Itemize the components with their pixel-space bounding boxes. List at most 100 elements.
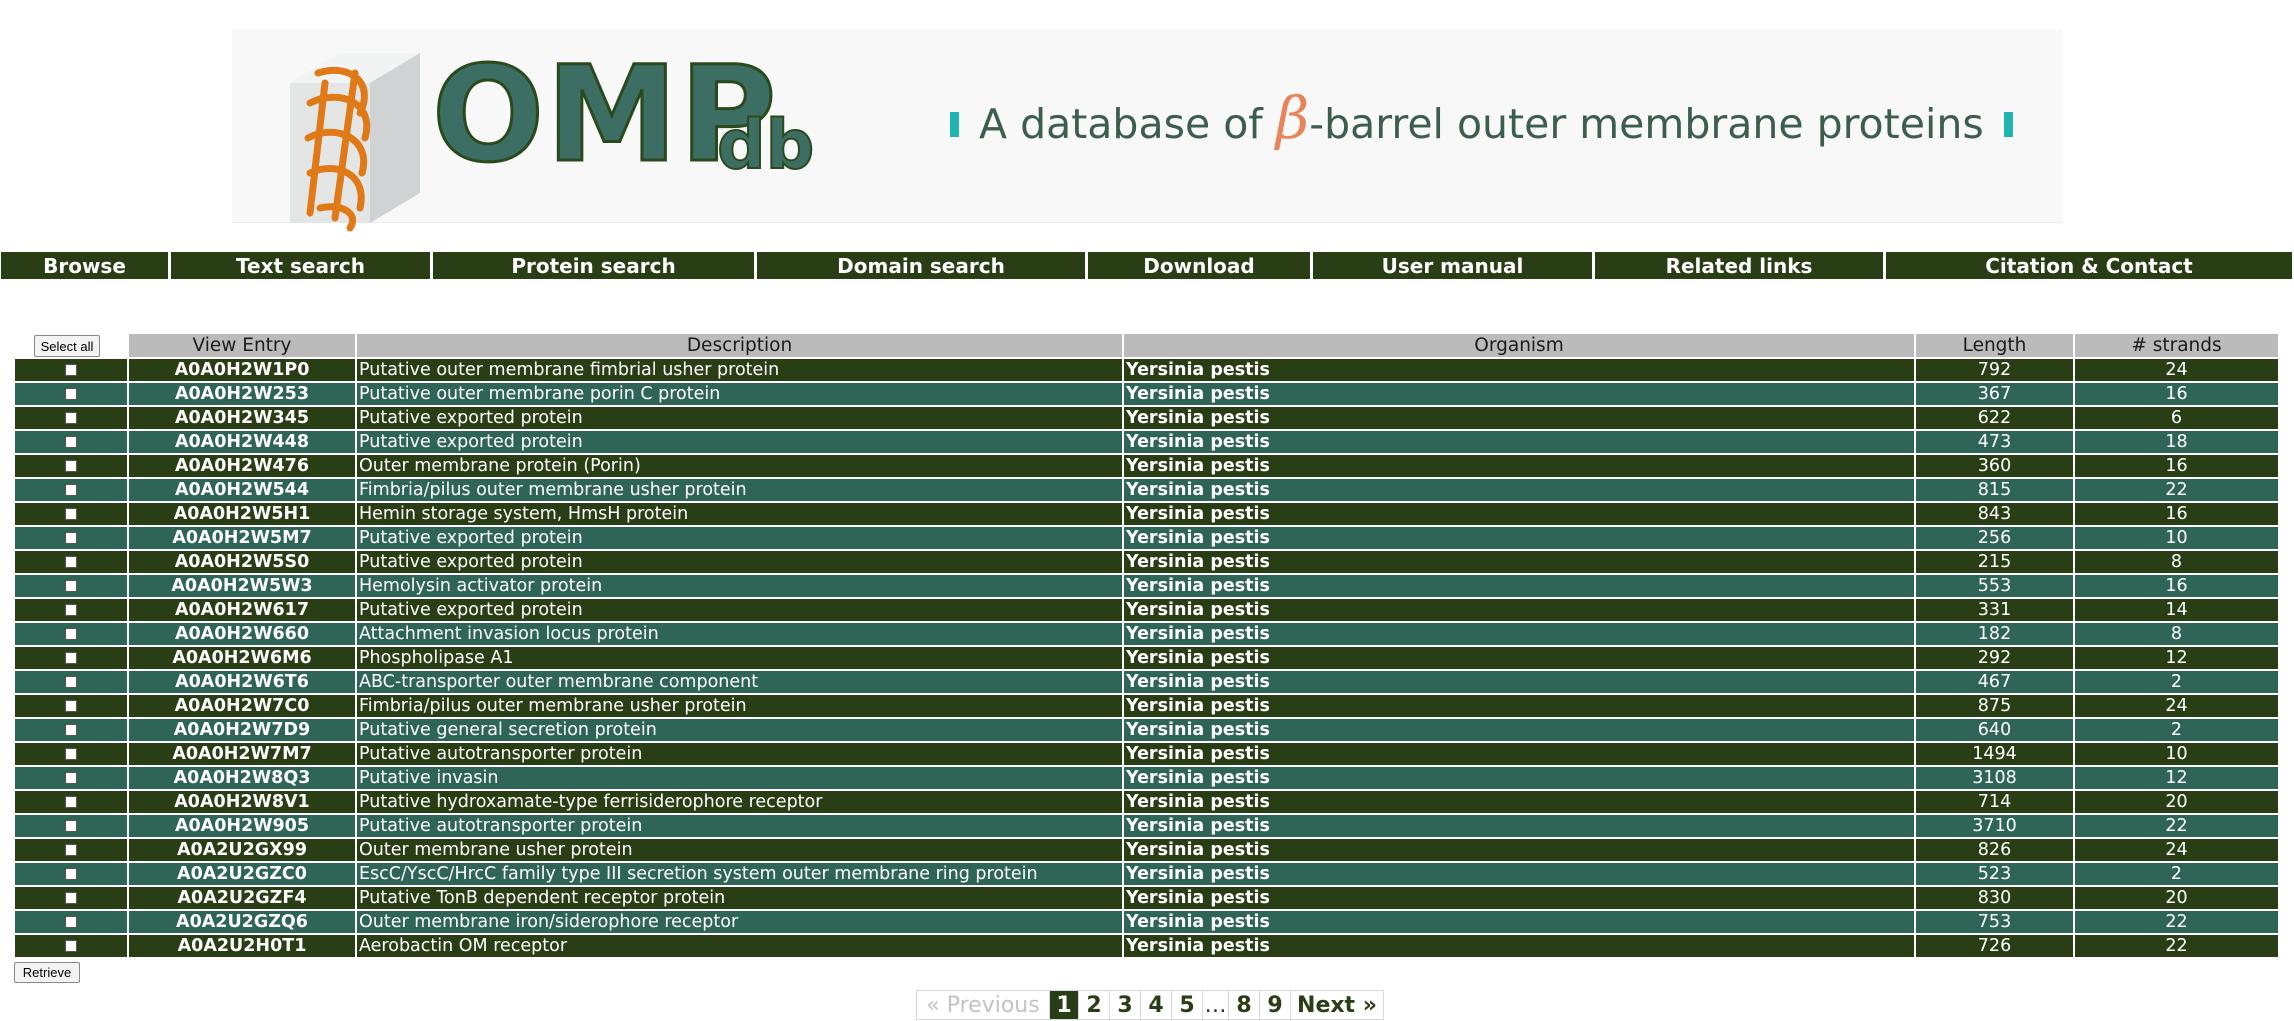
entry-link[interactable]: A0A0H2W476 [129, 455, 355, 479]
row-checkbox[interactable] [65, 556, 77, 568]
nav-user-manual[interactable]: User manual [1313, 252, 1592, 279]
row-checkbox[interactable] [65, 676, 77, 688]
row-checkbox[interactable] [65, 772, 77, 784]
organism-cell: Yersinia pestis [1124, 887, 1914, 911]
row-select-cell [15, 695, 127, 719]
row-checkbox[interactable] [65, 844, 77, 856]
entry-link[interactable]: A0A0H2W660 [129, 623, 355, 647]
pagination-page-3[interactable]: 3 [1109, 990, 1140, 1020]
row-checkbox[interactable] [65, 604, 77, 616]
entry-link[interactable]: A0A0H2W7D9 [129, 719, 355, 743]
strands-cell: 2 [2075, 863, 2278, 887]
entry-link[interactable]: A0A0H2W6M6 [129, 647, 355, 671]
header-length[interactable]: Length [1916, 334, 2073, 359]
strands-cell: 6 [2075, 407, 2278, 431]
row-checkbox[interactable] [65, 388, 77, 400]
pagination-page-9[interactable]: 9 [1259, 990, 1290, 1020]
row-checkbox[interactable] [65, 868, 77, 880]
row-checkbox[interactable] [65, 412, 77, 424]
row-checkbox[interactable] [65, 532, 77, 544]
nav-protein-search[interactable]: Protein search [433, 252, 754, 279]
pagination-page-2[interactable]: 2 [1078, 990, 1109, 1020]
row-checkbox[interactable] [65, 460, 77, 472]
table-row: A0A0H2W6M6 Phospholipase A1 Yersinia pesti… [15, 647, 2278, 671]
table-row: A0A2U2GZC0 EscC/YscC/HrcC family type III… [15, 863, 2278, 887]
organism-cell: Yersinia pestis [1124, 647, 1914, 671]
entry-link[interactable]: A0A0H2W6T6 [129, 671, 355, 695]
row-checkbox[interactable] [65, 628, 77, 640]
pagination-page-5[interactable]: 5 [1171, 990, 1202, 1020]
entry-link[interactable]: A0A0H2W448 [129, 431, 355, 455]
length-cell: 331 [1916, 599, 2073, 623]
header-view-entry[interactable]: View Entry [129, 334, 355, 359]
row-checkbox[interactable] [65, 916, 77, 928]
strands-cell: 2 [2075, 671, 2278, 695]
description-cell: Putative exported protein [357, 407, 1122, 431]
entry-link[interactable]: A0A2U2GZC0 [129, 863, 355, 887]
pagination-page-8[interactable]: 8 [1228, 990, 1259, 1020]
row-checkbox[interactable] [65, 508, 77, 520]
organism-cell: Yersinia pestis [1124, 383, 1914, 407]
header-organism[interactable]: Organism [1124, 334, 1914, 359]
nav-citation-contact[interactable]: Citation & Contact [1886, 252, 2292, 279]
row-select-cell [15, 407, 127, 431]
entry-link[interactable]: A0A0H2W345 [129, 407, 355, 431]
pagination-next[interactable]: Next » [1290, 990, 1384, 1020]
nav-domain-search[interactable]: Domain search [757, 252, 1085, 279]
nav-browse[interactable]: Browse [1, 252, 168, 279]
entry-link[interactable]: A0A0H2W5W3 [129, 575, 355, 599]
row-select-cell [15, 719, 127, 743]
row-select-cell [15, 623, 127, 647]
strands-cell: 10 [2075, 743, 2278, 767]
row-checkbox[interactable] [65, 436, 77, 448]
entry-link[interactable]: A0A0H2W5H1 [129, 503, 355, 527]
entry-link[interactable]: A0A0H2W905 [129, 815, 355, 839]
entry-link[interactable]: A0A0H2W8V1 [129, 791, 355, 815]
entry-link[interactable]: A0A0H2W7M7 [129, 743, 355, 767]
entry-link[interactable]: A0A2U2GX99 [129, 839, 355, 863]
select-all-button[interactable]: Select all [34, 335, 100, 357]
retrieve-button[interactable]: Retrieve [14, 962, 80, 983]
nav-download[interactable]: Download [1088, 252, 1310, 279]
entry-link[interactable]: A0A0H2W7C0 [129, 695, 355, 719]
row-checkbox[interactable] [65, 364, 77, 376]
row-checkbox[interactable] [65, 748, 77, 760]
table-row: A0A0H2W660 Attachment invasion locus prot… [15, 623, 2278, 647]
table-row: A0A0H2W7D9 Putative general secretion pro… [15, 719, 2278, 743]
entry-link[interactable]: A0A2U2GZQ6 [129, 911, 355, 935]
entry-link[interactable]: A0A0H2W5S0 [129, 551, 355, 575]
description-cell: EscC/YscC/HrcC family type III secretion… [357, 863, 1122, 887]
row-checkbox[interactable] [65, 652, 77, 664]
strands-cell: 8 [2075, 551, 2278, 575]
row-checkbox[interactable] [65, 940, 77, 952]
entry-link[interactable]: A0A0H2W253 [129, 383, 355, 407]
row-checkbox[interactable] [65, 580, 77, 592]
nav-text-search[interactable]: Text search [171, 252, 430, 279]
row-checkbox[interactable] [65, 484, 77, 496]
entry-link[interactable]: A0A2U2H0T1 [129, 935, 355, 959]
entry-link[interactable]: A0A2U2GZF4 [129, 887, 355, 911]
nav-related-links[interactable]: Related links [1595, 252, 1883, 279]
header-strands[interactable]: # strands [2075, 334, 2278, 359]
strands-cell: 20 [2075, 791, 2278, 815]
row-checkbox[interactable] [65, 820, 77, 832]
length-cell: 640 [1916, 719, 2073, 743]
organism-cell: Yersinia pestis [1124, 599, 1914, 623]
strands-cell: 16 [2075, 383, 2278, 407]
row-checkbox[interactable] [65, 700, 77, 712]
organism-cell: Yersinia pestis [1124, 815, 1914, 839]
pagination-page-1[interactable]: 1 [1049, 990, 1078, 1020]
row-checkbox[interactable] [65, 892, 77, 904]
pagination-ellipsis: … [1202, 990, 1228, 1020]
entry-link[interactable]: A0A0H2W5M7 [129, 527, 355, 551]
entry-link[interactable]: A0A0H2W544 [129, 479, 355, 503]
entry-link[interactable]: A0A0H2W8Q3 [129, 767, 355, 791]
organism-cell: Yersinia pestis [1124, 791, 1914, 815]
row-checkbox[interactable] [65, 724, 77, 736]
row-checkbox[interactable] [65, 796, 77, 808]
header-description[interactable]: Description [357, 334, 1122, 359]
pagination-page-4[interactable]: 4 [1140, 990, 1171, 1020]
table-row: A0A0H2W6T6 ABC-transporter outer membrane… [15, 671, 2278, 695]
entry-link[interactable]: A0A0H2W617 [129, 599, 355, 623]
entry-link[interactable]: A0A0H2W1P0 [129, 359, 355, 383]
